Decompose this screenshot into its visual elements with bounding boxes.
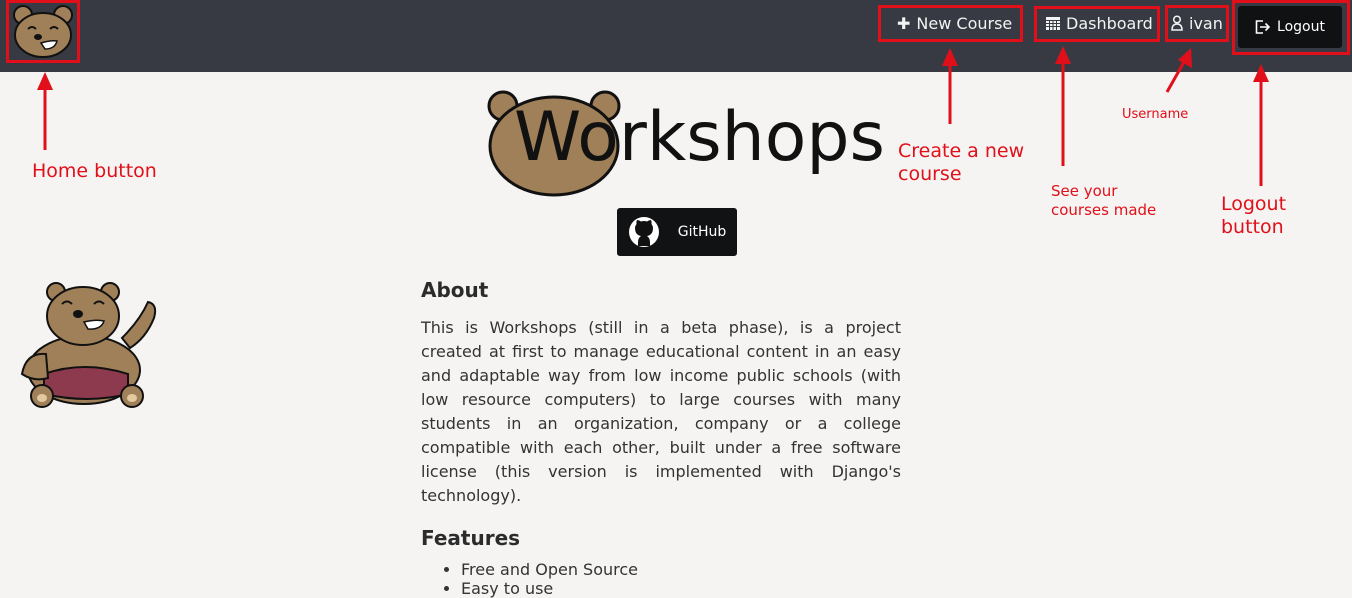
annotation-username: Username — [1122, 107, 1189, 122]
annotation-logout-2: button — [1221, 216, 1284, 238]
waving-bear-illustration — [20, 282, 157, 408]
main-content: About This is Workshops (still in a beta… — [421, 278, 901, 598]
page-title: Workshops — [514, 98, 885, 177]
logout-label: Logout — [1277, 19, 1325, 35]
features-list: Free and Open Source Easy to use — [421, 560, 901, 598]
user-menu[interactable]: ivan — [1171, 7, 1223, 39]
new-course-label: New Course — [916, 13, 1013, 33]
github-icon — [628, 217, 659, 247]
plus-icon: ✚ — [897, 13, 911, 33]
annotation-home: Home button — [32, 160, 157, 182]
github-button[interactable]: GitHub — [617, 208, 737, 256]
github-label: GitHub — [677, 224, 727, 240]
navbar: ✚ New Course Dashboard ivan Logout — [0, 0, 1352, 72]
dashboard-link[interactable]: Dashboard — [1046, 7, 1153, 39]
logout-icon — [1255, 20, 1271, 34]
new-course-link[interactable]: ✚ New Course — [897, 7, 1012, 39]
about-paragraph: This is Workshops (still in a beta phase… — [421, 318, 901, 505]
list-item: Easy to use — [461, 579, 901, 598]
annotation-dashboard-2: courses made — [1051, 201, 1157, 219]
list-item: Free and Open Source — [461, 560, 901, 579]
table-icon — [1046, 16, 1060, 30]
annotation-logout-1: Logout — [1221, 193, 1287, 215]
bear-face-icon — [13, 5, 73, 58]
annotation-dashboard-1: See your — [1051, 182, 1118, 200]
annotation-new-course-1: Create a new — [898, 140, 1025, 162]
dashboard-label: Dashboard — [1066, 13, 1153, 33]
logout-button[interactable]: Logout — [1238, 6, 1342, 48]
about-heading: About — [421, 278, 489, 302]
user-icon — [1171, 15, 1183, 31]
home-button[interactable] — [8, 2, 78, 60]
annotation-new-course-2: course — [898, 163, 962, 185]
features-heading: Features — [421, 526, 521, 550]
username-label: ivan — [1189, 13, 1223, 33]
